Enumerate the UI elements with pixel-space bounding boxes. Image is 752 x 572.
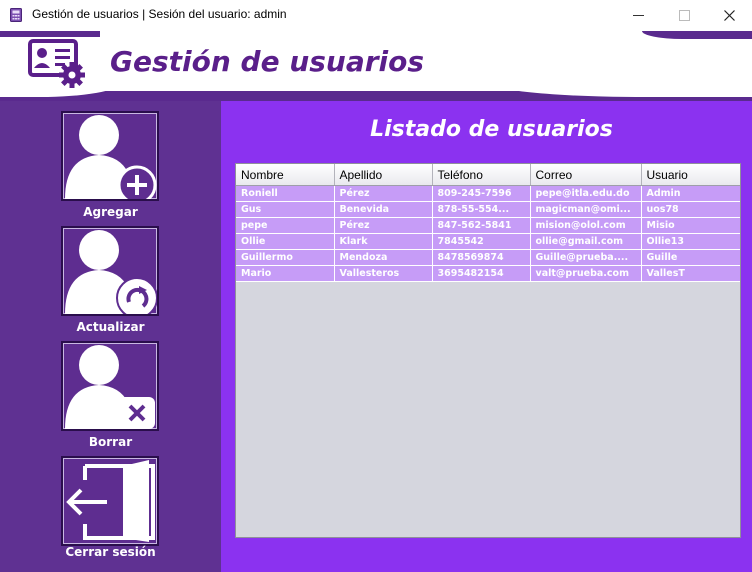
- table-cell[interactable]: Pérez: [334, 217, 433, 234]
- table-cell[interactable]: Mendoza: [334, 249, 433, 266]
- table-cell[interactable]: pepe@itla.edu.do: [530, 185, 642, 202]
- table-cell[interactable]: uos78: [641, 201, 740, 218]
- minimize-icon: [632, 15, 644, 16]
- header-decoration-right: [642, 31, 752, 39]
- user-delete-icon: [65, 345, 155, 429]
- table-row[interactable]: pepe Pérez 847-562-5841 mision@olol.com …: [236, 217, 740, 234]
- maximize-icon: [678, 10, 690, 21]
- users-table[interactable]: Nombre Apellido Teléfono Correo Usuario …: [236, 164, 740, 282]
- table-cell[interactable]: Guillermo: [236, 249, 335, 266]
- table-cell[interactable]: Ollie13: [641, 233, 740, 250]
- table-row[interactable]: Guillermo Mendoza 8478569874 Guille@prue…: [236, 249, 740, 266]
- table-cell[interactable]: Pérez: [334, 185, 433, 202]
- header-title: Gestión de usuarios: [110, 45, 425, 78]
- update-user-label[interactable]: Actualizar: [0, 320, 221, 334]
- app-icon: [10, 8, 22, 22]
- table-cell[interactable]: VallesT: [641, 265, 740, 282]
- add-user-button[interactable]: [61, 111, 159, 205]
- sidebar: Agregar Actualizar Borrar Cerrar sesión: [0, 101, 221, 572]
- table-cell[interactable]: Mario: [236, 265, 335, 282]
- users-table-container[interactable]: Nombre Apellido Teléfono Correo Usuario …: [235, 163, 741, 538]
- table-cell[interactable]: mision@olol.com: [530, 217, 642, 234]
- table-cell[interactable]: Guille: [641, 249, 740, 266]
- table-cell[interactable]: 7845542: [432, 233, 531, 250]
- column-header-correo[interactable]: Correo: [530, 164, 642, 186]
- table-cell[interactable]: pepe: [236, 217, 335, 234]
- table-header-row: Nombre Apellido Teléfono Correo Usuario: [236, 164, 740, 186]
- app-header: Gestión de usuarios: [0, 31, 752, 101]
- logout-button[interactable]: [61, 456, 159, 546]
- table-row[interactable]: Gus Benevida 878-55-554... magicman@omi.…: [236, 201, 740, 218]
- close-icon: [723, 10, 735, 21]
- delete-user-button[interactable]: [61, 341, 159, 431]
- column-header-nombre[interactable]: Nombre: [236, 164, 335, 186]
- table-cell[interactable]: Vallesteros: [334, 265, 433, 282]
- table-cell[interactable]: 3695482154: [432, 265, 531, 282]
- table-cell[interactable]: Gus: [236, 201, 335, 218]
- table-cell[interactable]: Ollie: [236, 233, 335, 250]
- delete-user-label[interactable]: Borrar: [0, 435, 221, 449]
- table-cell[interactable]: Roniell: [236, 185, 335, 202]
- table-cell[interactable]: valt@prueba.com: [530, 265, 642, 282]
- table-cell[interactable]: 809-245-7596: [432, 185, 531, 202]
- update-user-button[interactable]: [61, 226, 159, 319]
- window-title: Gestión de usuarios | Sesión del usuario…: [32, 7, 287, 21]
- list-title: Listado de usuarios: [370, 117, 613, 142]
- table-cell[interactable]: Misio: [641, 217, 740, 234]
- add-user-label[interactable]: Agregar: [0, 205, 221, 219]
- close-button[interactable]: [706, 0, 752, 31]
- main-panel: Listado de usuarios Nombre Apellido Telé…: [221, 101, 752, 572]
- table-cell[interactable]: 878-55-554...: [432, 201, 531, 218]
- table-cell[interactable]: ollie@gmail.com: [530, 233, 642, 250]
- column-header-apellido[interactable]: Apellido: [334, 164, 433, 186]
- table-cell[interactable]: 847-562-5841: [432, 217, 531, 234]
- table-cell[interactable]: Guille@prueba....: [530, 249, 642, 266]
- user-update-icon: [65, 230, 158, 319]
- table-cell[interactable]: Klark: [334, 233, 433, 250]
- column-header-telefono[interactable]: Teléfono: [432, 164, 531, 186]
- user-card-settings-icon: [28, 39, 85, 88]
- table-row[interactable]: Roniell Pérez 809-245-7596 pepe@itla.edu…: [236, 185, 740, 202]
- maximize-button[interactable]: [661, 0, 707, 31]
- logout-door-icon: [66, 460, 155, 542]
- table-cell[interactable]: magicman@omi...: [530, 201, 642, 218]
- table-cell[interactable]: Admin: [641, 185, 740, 202]
- column-header-usuario[interactable]: Usuario: [641, 164, 740, 186]
- window-titlebar: Gestión de usuarios | Sesión del usuario…: [0, 0, 752, 31]
- table-row[interactable]: Mario Vallesteros 3695482154 valt@prueba…: [236, 265, 740, 282]
- user-add-icon: [65, 115, 157, 205]
- table-cell[interactable]: Benevida: [334, 201, 433, 218]
- minimize-button[interactable]: [615, 0, 661, 31]
- table-row[interactable]: Ollie Klark 7845542 ollie@gmail.com Olli…: [236, 233, 740, 250]
- logout-label[interactable]: Cerrar sesión: [0, 545, 221, 559]
- table-cell[interactable]: 8478569874: [432, 249, 531, 266]
